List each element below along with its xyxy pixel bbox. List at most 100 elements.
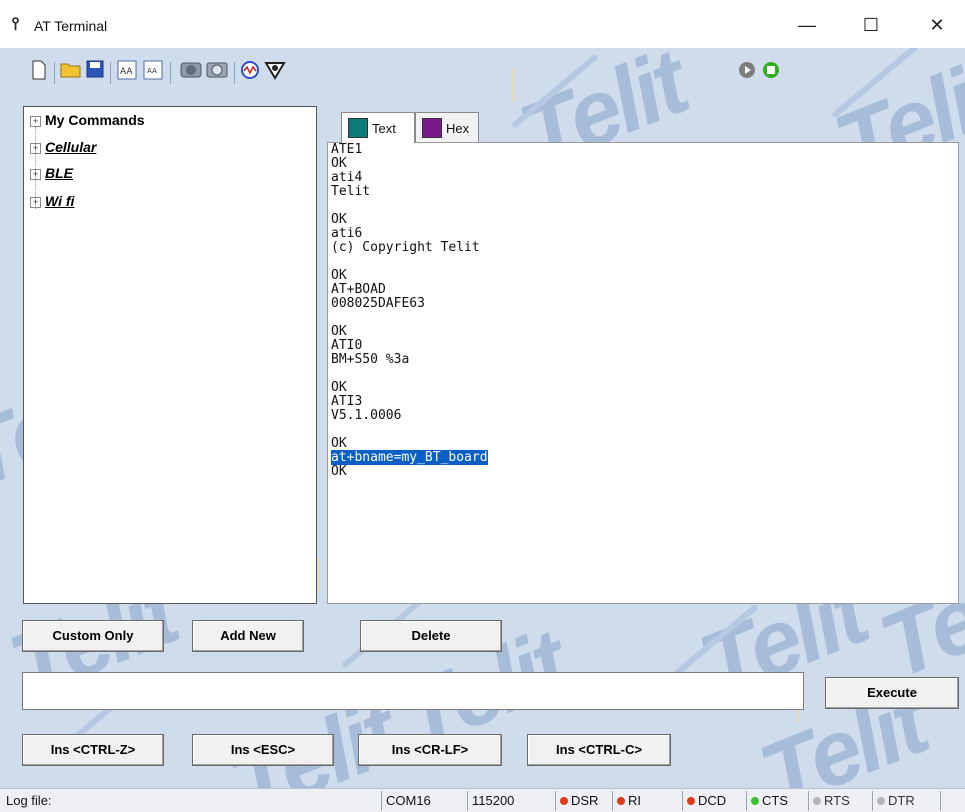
terminal-line: AT+BOAD [328, 283, 958, 297]
font-larger-icon[interactable]: AA [116, 60, 138, 84]
terminal-line: ati6 [328, 227, 958, 241]
terminal-line-text: AT+BOAD [331, 282, 386, 297]
terminal-line-text: OK [331, 380, 347, 395]
toolbar-separator [170, 62, 171, 84]
expand-icon[interactable]: + [30, 116, 41, 127]
expand-icon[interactable]: + [30, 169, 41, 180]
baud-label: 115200 [467, 791, 552, 811]
expand-icon[interactable]: + [30, 197, 41, 208]
terminal-line-text: ati6 [331, 226, 363, 241]
terminal-line: ATI3 [328, 395, 958, 409]
command-input[interactable] [22, 672, 804, 710]
terminal-line-text: ATE1 [331, 142, 363, 157]
rts-indicator: RTS [808, 791, 869, 811]
svg-text:AA: AA [120, 67, 133, 77]
terminal-line-text: (c) Copyright Telit [331, 240, 480, 255]
command-tree: + My Commands + Cellular + BLE + Wi fi [23, 106, 317, 604]
terminal-line: OK [328, 157, 958, 171]
dcd-label: DCD [698, 793, 727, 808]
terminal-line-text: ati4 [331, 170, 363, 185]
monitor-icon[interactable] [240, 60, 262, 84]
terminal-line-text: 008025DAFE63 [331, 296, 425, 311]
dsr-label: DSR [571, 793, 599, 808]
terminal-line-text: ATI0 [331, 338, 363, 353]
ins-ctrl-c-button[interactable]: Ins <CTRL-C> [527, 734, 671, 766]
terminal-line-text: Telit [331, 184, 371, 199]
terminal-line-text: OK [331, 212, 347, 227]
terminal-output[interactable]: ATE1 OK ati4 Telit OK ati6 (c) Copyright Telit… [327, 142, 959, 604]
maximize-button[interactable]: ☐ [848, 10, 894, 40]
terminal-line: OK [328, 465, 958, 479]
terminal-line-text: ATI3 [331, 394, 363, 409]
save-icon[interactable] [84, 60, 106, 84]
watermark-tick [512, 68, 514, 102]
terminal-line: at+bname=my_BT_board [328, 450, 958, 465]
terminal-line: OK [328, 437, 958, 451]
status-bar: Log file: COM16 115200 DSR RI DCD CTS RT… [0, 788, 965, 812]
tab-hex[interactable]: Hex [415, 112, 479, 143]
new-file-icon[interactable] [28, 60, 50, 84]
execute-button[interactable]: Execute [825, 677, 959, 709]
dcd-indicator: DCD [682, 791, 743, 811]
tree-item-my-commands[interactable]: + My Commands [30, 110, 145, 130]
add-new-button[interactable]: Add New [192, 620, 304, 652]
stop-icon[interactable] [760, 60, 782, 84]
tab-text[interactable]: Text [341, 112, 415, 143]
terminal-line: Telit [328, 185, 958, 199]
ins-ctrl-z-button[interactable]: Ins <CTRL-Z> [22, 734, 164, 766]
play-icon[interactable] [736, 60, 758, 84]
window-title: AT Terminal [34, 18, 108, 34]
tree-item-label: My Commands [45, 112, 145, 128]
terminal-line: OK [328, 325, 958, 339]
font-smaller-icon[interactable]: AA [142, 60, 164, 84]
resize-grip-icon[interactable] [940, 791, 965, 811]
ins-esc-button[interactable]: Ins <ESC> [192, 734, 334, 766]
terminal-line: OK [328, 381, 958, 395]
terminal-line: V5.1.0006 [328, 409, 958, 423]
terminal-line-text: OK [331, 156, 347, 171]
terminal-line-text: V5.1.0006 [331, 408, 402, 423]
tab-label: Text [372, 121, 396, 136]
terminal-line: OK [328, 213, 958, 227]
minimize-button[interactable]: — [784, 10, 830, 40]
toolbar-separator [110, 62, 111, 84]
tree-item-label: BLE [45, 165, 73, 181]
terminal-line: OK [328, 269, 958, 283]
cts-label: CTS [762, 793, 788, 808]
tree-item-cellular[interactable]: + Cellular [30, 137, 96, 157]
tree-item-wi-fi[interactable]: + Wi fi [30, 191, 74, 211]
disconnect-icon[interactable] [206, 60, 228, 84]
terminal-line: ATI0 [328, 339, 958, 353]
custom-only-button[interactable]: Custom Only [22, 620, 164, 652]
connect-icon[interactable] [180, 60, 202, 84]
terminal-line-text: BM+S50 %3a [331, 352, 410, 367]
expand-icon[interactable]: + [30, 143, 41, 154]
tree-item-label: Wi fi [45, 193, 75, 209]
dtr-led-icon [877, 797, 885, 805]
terminal-line-text: OK [331, 436, 347, 451]
toolbar-separator [234, 62, 235, 84]
ins-cr-lf-button[interactable]: Ins <CR-LF> [358, 734, 502, 766]
tree-item-ble[interactable]: + BLE [30, 163, 73, 183]
terminal-line-text: OK [331, 324, 347, 339]
ri-indicator: RI [612, 791, 677, 811]
settings-icon[interactable] [264, 60, 286, 84]
close-button[interactable]: ✕ [914, 10, 960, 40]
dtr-indicator: DTR [872, 791, 937, 811]
rts-label: RTS [824, 793, 850, 808]
title-bar: ⫯ AT Terminal — ☐ ✕ [0, 0, 965, 48]
rts-led-icon [813, 797, 821, 805]
ri-label: RI [628, 793, 641, 808]
delete-button[interactable]: Delete [360, 620, 502, 652]
open-folder-icon[interactable] [60, 60, 82, 84]
svg-text:AA: AA [147, 67, 157, 75]
watermark-tick [318, 558, 320, 592]
antenna-icon: ⫯ [12, 14, 20, 33]
text-tab-swatch-icon [348, 118, 368, 138]
terminal-line: (c) Copyright Telit [328, 241, 958, 255]
ri-led-icon [617, 797, 625, 805]
